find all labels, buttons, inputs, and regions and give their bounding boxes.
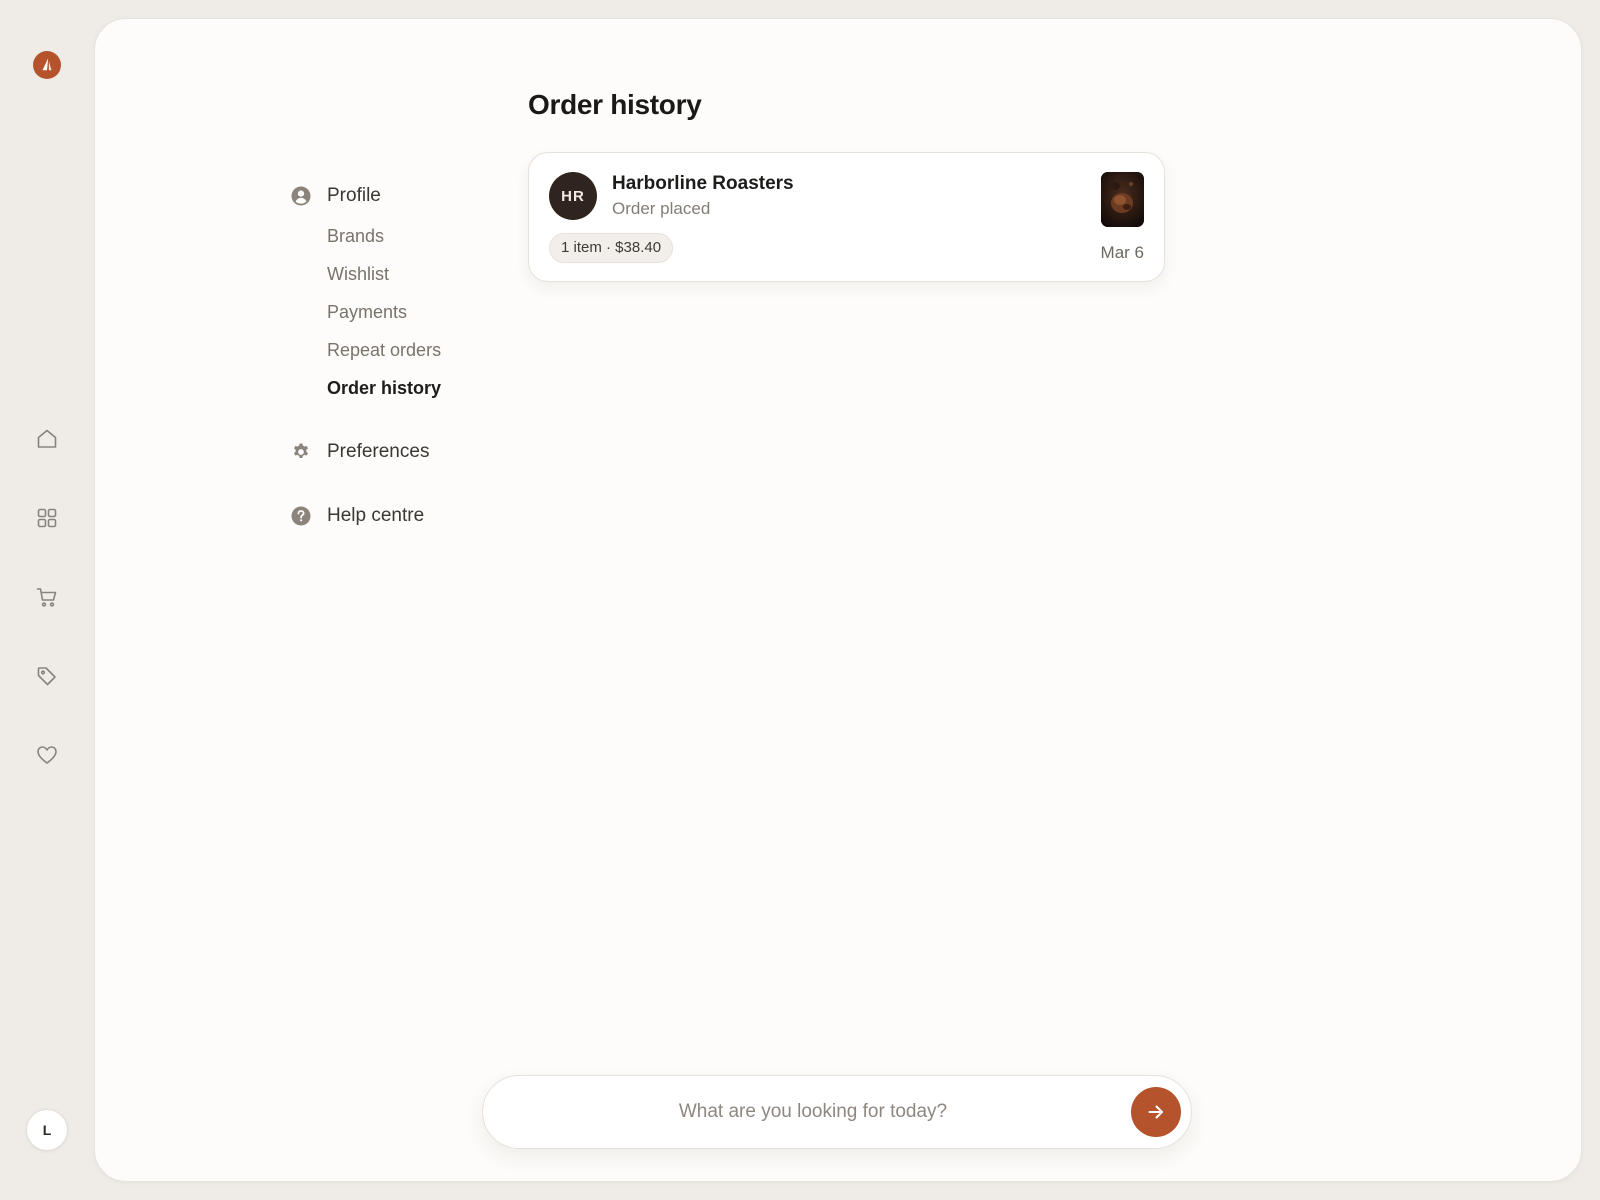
- tag-icon[interactable]: [33, 662, 61, 690]
- heart-icon[interactable]: [33, 741, 61, 769]
- cart-icon[interactable]: [33, 583, 61, 611]
- search-bar: [482, 1075, 1192, 1149]
- nav-group-preferences[interactable]: Preferences: [291, 435, 531, 469]
- grid-icon[interactable]: [33, 504, 61, 532]
- nav-group-label: Profile: [327, 185, 381, 206]
- send-button[interactable]: [1131, 1087, 1181, 1137]
- nav-group-help[interactable]: Help centre: [291, 499, 531, 533]
- user-circle-icon: [291, 186, 311, 206]
- nav-group-profile[interactable]: Profile: [291, 179, 531, 213]
- nav-item-repeat-orders[interactable]: Repeat orders: [291, 331, 531, 369]
- nav-item-wishlist[interactable]: Wishlist: [291, 255, 531, 293]
- main-panel: Profile Brands Wishlist Payments Repeat …: [94, 18, 1582, 1182]
- nav-item-payments[interactable]: Payments: [291, 293, 531, 331]
- left-rail: L: [0, 0, 94, 1200]
- nav-group-label: Preferences: [327, 441, 430, 462]
- search-input[interactable]: [513, 1076, 1113, 1148]
- order-summary-badge: 1 item · $38.40: [549, 233, 674, 263]
- arrow-right-icon: [1148, 1105, 1163, 1119]
- nav-group-label: Help centre: [327, 505, 425, 526]
- settings-nav: Profile Brands Wishlist Payments Repeat …: [291, 179, 531, 533]
- product-thumbnail: [1101, 172, 1144, 227]
- nav-item-brands[interactable]: Brands: [291, 217, 531, 255]
- order-status: Order placed: [612, 199, 711, 218]
- page-title: Order history: [528, 89, 702, 120]
- merchant-avatar: HR: [549, 172, 597, 220]
- merchant-name: Harborline Roasters: [612, 173, 794, 194]
- order-card[interactable]: HR Harborline Roasters Order placed 1 it…: [528, 152, 1165, 282]
- home-icon[interactable]: [33, 425, 61, 453]
- order-date: Mar 6: [1100, 243, 1144, 262]
- nav-item-order-history[interactable]: Order history: [291, 369, 531, 407]
- question-circle-icon: [291, 506, 311, 526]
- gear-icon: [291, 442, 311, 462]
- brand-logo-icon[interactable]: [33, 51, 61, 79]
- user-avatar[interactable]: L: [26, 1109, 68, 1151]
